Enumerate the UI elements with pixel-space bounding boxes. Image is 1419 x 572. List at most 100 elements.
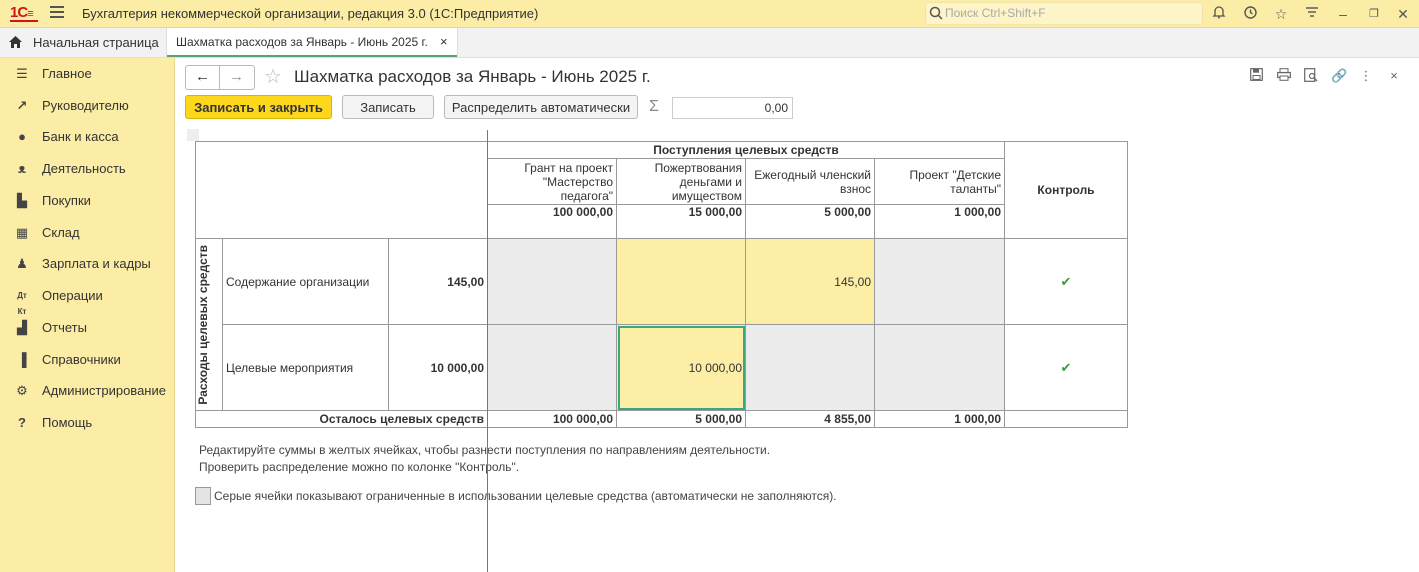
more-vertical-icon[interactable]: ⋮: [1358, 68, 1374, 84]
remaining-label: Осталось целевых средств: [195, 410, 488, 428]
restore-icon[interactable]: ❐: [1365, 5, 1383, 23]
cell-editable[interactable]: 145,00: [745, 238, 875, 325]
row-amount-maintenance: 145,00: [388, 238, 488, 325]
star-icon[interactable]: ☆: [1272, 5, 1290, 23]
link-icon[interactable]: 🔗: [1331, 68, 1347, 84]
save-button[interactable]: Записать: [342, 95, 434, 119]
sidebar-item-manager[interactable]: ↗ Руководителю: [0, 93, 174, 119]
sidebar-item-label: Помощь: [42, 415, 93, 430]
expense-header: Расходы целевых средств: [195, 238, 223, 411]
row-amount-events: 10 000,00: [388, 324, 488, 411]
preview-icon[interactable]: [1303, 68, 1319, 84]
distribute-auto-button[interactable]: Распределить автоматически: [444, 95, 638, 119]
sigma-icon: Σ: [649, 98, 659, 115]
cell-editable-selected[interactable]: 10 000,00: [616, 324, 746, 411]
search-input[interactable]: Поиск Ctrl+Shift+F: [925, 2, 1203, 25]
gear-icon: ⚙: [16, 383, 28, 398]
column-header-grant: Грант на проект "Мастерство педагога": [487, 158, 617, 205]
remaining-grant: 100 000,00: [487, 410, 617, 428]
sidebar-item-purchases[interactable]: ▙ Покупки: [0, 188, 174, 214]
expense-header-label: Расходы целевых средств: [196, 244, 211, 405]
sidebar-item-salary[interactable]: ♟ Зарплата и кадры: [0, 251, 174, 277]
coins-icon: ●: [18, 129, 26, 144]
sidebar-item-operations[interactable]: Дт Кт Операции: [0, 283, 174, 316]
remaining-control: [1004, 410, 1128, 428]
save-disk-icon[interactable]: [1248, 68, 1264, 84]
history-icon[interactable]: [1241, 5, 1259, 23]
check-icon: ✔: [1060, 359, 1072, 375]
close-form-icon[interactable]: ×: [1386, 68, 1402, 84]
column-total-talents: 1 000,00: [874, 204, 1005, 239]
tab-close-icon[interactable]: ×: [440, 34, 448, 49]
search-placeholder: Поиск Ctrl+Shift+F: [945, 6, 1046, 20]
settings-lines-icon[interactable]: [1303, 5, 1321, 23]
document-form: ← → ☆ Шахматка расходов за Январь - Июнь…: [175, 58, 1419, 572]
splitter-line: [487, 130, 488, 572]
grid-empty-header: [195, 141, 488, 239]
person-icon: ♟: [16, 256, 28, 271]
bell-icon[interactable]: [1210, 5, 1228, 23]
tab-home-label: Начальная страница: [33, 35, 159, 50]
sidebar-item-help[interactable]: ? Помощь: [0, 410, 174, 436]
sidebar-item-label: Покупки: [42, 193, 91, 208]
nav-buttons: ← →: [185, 65, 255, 90]
tab-document[interactable]: Шахматка расходов за Январь - Июнь 2025 …: [167, 28, 458, 57]
sidebar-item-label: Администрирование: [42, 383, 166, 398]
dt-kt-icon: Дт Кт: [17, 291, 27, 316]
sidebar-item-warehouse[interactable]: ▦ Склад: [0, 220, 174, 246]
column-header-talents: Проект "Детские таланты": [874, 158, 1005, 205]
cell-gray: [487, 324, 617, 411]
sidebar-item-label: Зарплата и кадры: [42, 256, 151, 271]
print-icon[interactable]: [1276, 68, 1292, 84]
forward-arrow-icon[interactable]: →: [220, 66, 253, 89]
favorite-star-icon[interactable]: ☆: [264, 64, 282, 89]
gray-legend-swatch: [195, 487, 211, 505]
trend-icon: ↗: [16, 98, 28, 113]
cart-icon: ▙: [17, 193, 27, 208]
sidebar-item-label: Операции: [42, 288, 103, 303]
sidebar-item-label: Главное: [42, 66, 92, 81]
cell-gray: [745, 324, 875, 411]
main-menu-button[interactable]: [50, 6, 64, 20]
cell-editable[interactable]: [616, 238, 746, 325]
sidebar-item-label: Отчеты: [42, 320, 87, 335]
page-title: Шахматка расходов за Январь - Июнь 2025 …: [294, 67, 651, 86]
cell-gray: [874, 324, 1005, 411]
warehouse-icon: ▦: [15, 225, 29, 240]
search-icon: [929, 6, 943, 20]
sidebar-item-admin[interactable]: ⚙ Администрирование: [0, 378, 174, 404]
tab-bar: Начальная страница Шахматка расходов за …: [0, 28, 1419, 58]
sidebar-item-label: Деятельность: [42, 161, 126, 176]
minimize-icon[interactable]: –: [1334, 5, 1352, 23]
legend-text: Серые ячейки показывают ограниченные в и…: [214, 489, 837, 503]
remaining-donations: 5 000,00: [616, 410, 746, 428]
hint-line-1: Редактируйте суммы в желтых ячейках, что…: [199, 443, 771, 457]
activity-icon: ᴥ: [18, 161, 26, 176]
sidebar-item-label: Руководителю: [42, 98, 129, 113]
cell-gray: [874, 238, 1005, 325]
column-header-membership: Ежегодный членский взнос: [745, 158, 875, 205]
column-total-membership: 5 000,00: [745, 204, 875, 239]
income-header: Поступления целевых средств: [487, 141, 1005, 159]
tab-home[interactable]: Начальная страница: [0, 28, 167, 57]
help-icon: ?: [18, 415, 26, 430]
remaining-talents: 1 000,00: [874, 410, 1005, 428]
back-arrow-icon[interactable]: ←: [186, 66, 219, 89]
close-window-icon[interactable]: ✕: [1394, 5, 1412, 23]
column-total-grant: 100 000,00: [487, 204, 617, 239]
sidebar-item-label: Справочники: [42, 352, 121, 367]
check-icon: ✔: [1060, 273, 1072, 289]
home-icon: [9, 36, 22, 48]
column-header-donations: Пожертвования деньгами и имуществом: [616, 158, 746, 205]
remaining-membership: 4 855,00: [745, 410, 875, 428]
save-and-close-button[interactable]: Записать и закрыть: [185, 95, 332, 119]
sidebar-item-catalogs[interactable]: ▐ Справочники: [0, 347, 174, 373]
bar-chart-icon: ▟: [17, 320, 27, 335]
1c-logo: 1С≡: [10, 4, 38, 22]
sidebar: ☰ Главное ↗ Руководителю ● Банк и касса …: [0, 58, 175, 572]
sidebar-item-activity[interactable]: ᴥ Деятельность: [0, 156, 174, 182]
sidebar-item-main[interactable]: ☰ Главное: [0, 61, 174, 87]
sidebar-item-bank[interactable]: ● Банк и касса: [0, 124, 174, 150]
sidebar-item-label: Банк и касса: [42, 129, 119, 144]
sidebar-item-reports[interactable]: ▟ Отчеты: [0, 315, 174, 341]
